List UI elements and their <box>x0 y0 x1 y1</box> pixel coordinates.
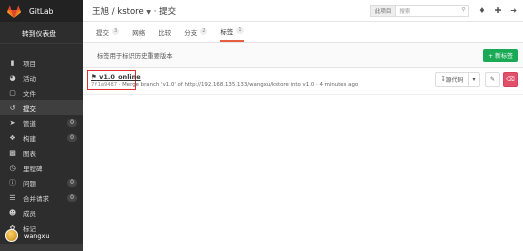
tab-label: 提交 <box>96 28 109 37</box>
list-icon: ☰ <box>9 193 16 202</box>
new-tag-button[interactable]: + 新标签 <box>483 49 518 62</box>
count-badge: 0 <box>67 178 77 187</box>
tab-label: 标签 <box>220 27 234 36</box>
sidebar-item-label: 项目 <box>23 59 36 68</box>
sidebar-item-merge-requests[interactable]: ☰ 合并请求 0 <box>0 190 83 205</box>
tag-actions: ↧ 源代码 ▾ ✎ ⌫ <box>435 72 518 87</box>
breadcrumb-separator: · <box>153 6 157 17</box>
download-label: 源代码 <box>445 77 464 84</box>
tags-info-bar: 标签用于标识历史重要版本 + 新标签 <box>83 43 523 68</box>
search-placeholder: 搜索 <box>399 8 411 15</box>
sidebar-item-label: 提交 <box>23 104 36 113</box>
sidebar-item-graphs[interactable]: ▩ 图表 <box>0 145 83 160</box>
commit-message: · Merge branch 'v1.0' of http://192.168.… <box>116 82 359 88</box>
breadcrumb-separator: / <box>111 6 115 17</box>
user-name: wangxu <box>24 231 50 240</box>
chevron-down-icon: ▾ <box>472 76 476 83</box>
gitlab-logo-icon <box>7 4 21 18</box>
count-badge: 0 <box>67 193 77 202</box>
count-badge: 0 <box>67 133 77 142</box>
tab-label: 比较 <box>158 28 172 37</box>
chevron-down-icon[interactable]: ▼ <box>146 9 151 16</box>
sidebar-item-milestones[interactable]: ◷ 里程碑 <box>0 160 83 175</box>
sidebar-item-files[interactable]: ▢ 文件 <box>0 85 83 100</box>
tab-branches[interactable]: 分支 2 <box>184 21 208 42</box>
tab-commits[interactable]: 提交 3 <box>96 21 120 42</box>
sidebar-item-label: 里程碑 <box>23 164 43 173</box>
files-icon: ▢ <box>9 88 16 97</box>
tab-count: 1 <box>236 27 244 34</box>
sidebar-item-issues[interactable]: ⓘ 问题 0 <box>0 175 83 190</box>
bell-icon[interactable]: ♦ <box>478 6 485 15</box>
sidebar-item-label: 构建 <box>23 134 36 143</box>
commit-sha-link[interactable]: 7f1a9487 <box>91 82 117 88</box>
pencil-icon: ✎ <box>489 76 496 83</box>
breadcrumb-page: 提交 <box>159 6 177 17</box>
tab-tags[interactable]: 标签 1 <box>220 21 244 42</box>
sidebar-collapse-bar[interactable] <box>0 244 83 251</box>
tab-compare[interactable]: 比较 <box>158 21 171 42</box>
sidebar: GitLab 转到仪表盘 ▮ 项目 ◕ 活动 ▢ 文件 ↺ 提交 ➤ 管道 0 … <box>0 0 83 251</box>
tag-icon: ⚑ <box>91 73 97 81</box>
clock-icon: ◷ <box>9 163 16 172</box>
bookmark-icon: ▮ <box>10 58 15 67</box>
delete-tag-button[interactable]: ⌫ <box>503 72 518 87</box>
count-badge: 0 <box>67 118 77 127</box>
search-icon: ⚲ <box>461 6 466 13</box>
sidebar-item-members[interactable]: ☻ 成员 <box>0 205 83 220</box>
tab-count: 3 <box>112 28 120 35</box>
download-source-button[interactable]: ↧ 源代码 <box>435 72 468 87</box>
exclamation-icon: ⓘ <box>9 178 16 187</box>
top-header: 王旭 / kstore ▼ · 提交 此项目 搜索 ⚲ ♦ ✚ ➜ <box>83 0 523 22</box>
users-icon: ☻ <box>8 208 17 217</box>
tag-row: ⚑ v1.0_online 7f1a9487 · Merge branch 'v… <box>83 68 523 95</box>
tag-name: v1.0_online <box>99 73 141 81</box>
search-scope[interactable]: 此项目 <box>369 4 396 17</box>
breadcrumb-project[interactable]: kstore <box>117 7 143 17</box>
tab-label: 分支 <box>184 28 198 37</box>
sign-out-icon[interactable]: ➜ <box>510 6 517 15</box>
user-menu[interactable]: wangxu <box>5 229 50 242</box>
tags-description: 标签用于标识历史重要版本 <box>97 52 173 60</box>
dashboard-icon: ◕ <box>9 73 16 82</box>
breadcrumb-owner[interactable]: 王旭 <box>92 7 109 17</box>
plus-icon[interactable]: ✚ <box>495 6 502 15</box>
sidebar-item-label: 活动 <box>23 74 36 83</box>
sidebar-item-label: 成员 <box>23 209 36 218</box>
rocket-icon: ➤ <box>9 118 16 127</box>
sidebar-item-label: 合并请求 <box>23 194 49 203</box>
chart-icon: ▩ <box>9 148 16 157</box>
avatar <box>5 229 18 242</box>
brand[interactable]: GitLab <box>0 0 83 22</box>
breadcrumb: 王旭 / kstore ▼ · 提交 <box>92 5 176 17</box>
sidebar-item-projects[interactable]: ▮ 项目 <box>0 55 83 70</box>
tag-commit-info: 7f1a9487 · Merge branch 'v1.0' of http:/… <box>91 82 358 88</box>
sidebar-item-label: 文件 <box>23 89 36 98</box>
cubes-icon: ❖ <box>9 133 16 142</box>
sidebar-item-builds[interactable]: ❖ 构建 0 <box>0 130 83 145</box>
brand-name: GitLab <box>29 6 54 16</box>
tag-name-link[interactable]: ⚑ v1.0_online <box>91 73 141 81</box>
download-dropdown-toggle[interactable]: ▾ <box>468 72 480 87</box>
sidebar-item-commits[interactable]: ↺ 提交 <box>0 100 83 115</box>
sidebar-item-label: 管道 <box>23 119 36 128</box>
tab-network[interactable]: 网络 <box>132 21 145 42</box>
sidebar-item-label: 图表 <box>23 149 36 158</box>
trash-icon: ⌫ <box>506 76 515 83</box>
repository-tabs: 提交 3 网络 比较 分支 2 标签 1 <box>83 22 523 43</box>
search-input[interactable]: 搜索 ⚲ <box>395 4 470 17</box>
sidebar-nav: ▮ 项目 ◕ 活动 ▢ 文件 ↺ 提交 ➤ 管道 0 ❖ 构建 0 ▩ 图表 ◷… <box>0 55 83 235</box>
sidebar-item-label: 问题 <box>23 179 36 188</box>
tab-label: 网络 <box>132 28 146 37</box>
tab-count: 2 <box>200 28 208 35</box>
history-icon: ↺ <box>9 103 16 112</box>
header-actions: 此项目 搜索 ⚲ ♦ ✚ ➜ <box>369 4 523 17</box>
sidebar-item-pipelines[interactable]: ➤ 管道 0 <box>0 115 83 130</box>
edit-tag-button[interactable]: ✎ <box>485 72 500 87</box>
back-to-dashboard-link[interactable]: 转到仪表盘 <box>0 22 83 44</box>
sidebar-item-activity[interactable]: ◕ 活动 <box>0 70 83 85</box>
